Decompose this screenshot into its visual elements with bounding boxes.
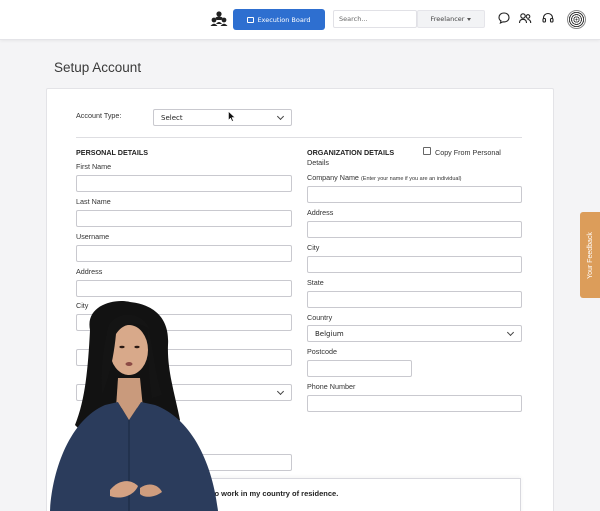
execution-board-button[interactable]: Execution Board [233,9,325,30]
notice-text: to work in my country of residence. [212,489,339,498]
search-input[interactable]: Search... [333,10,417,28]
chevron-down-icon [276,387,285,395]
personal-details-header: PERSONAL DETAILS [76,148,149,157]
org-country-label: Country [307,313,333,322]
org-city-label: City [307,243,320,252]
account-type-value: Select [161,113,183,122]
company-name-hint: (Enter your name if you are an individua… [360,176,462,182]
execution-board-label: Execution Board [257,15,311,24]
copy-from-personal-checkbox[interactable] [423,147,431,155]
headset-icon[interactable] [541,11,555,25]
chevron-down-icon [506,328,515,336]
feedback-tab[interactable]: Your Feedback [580,212,600,298]
chat-bubble-icon[interactable] [497,11,511,25]
phone-number-input[interactable] [307,395,522,412]
role-dropdown[interactable]: Freelancer [417,10,485,28]
postcode-input[interactable] [307,360,412,377]
account-type-label: Account Type: [76,111,122,120]
postcode-label: Postcode [307,347,337,356]
top-navigation-bar: Execution Board Search... Freelancer [0,0,600,40]
organization-details-header-cont: Details [307,158,329,167]
organization-details-header: ORGANIZATION DETAILS [307,148,395,157]
phone-number-label: Phone Number [307,382,356,391]
team-logo-icon[interactable] [209,9,229,29]
first-name-label: First Name [76,162,112,171]
users-icon[interactable] [518,11,532,25]
board-icon [247,16,255,23]
org-country-select[interactable]: Belgium [307,325,522,342]
role-dropdown-label: Freelancer [430,15,465,23]
org-city-input[interactable] [307,256,522,273]
user-avatar[interactable] [567,10,586,29]
copy-from-personal-label: Copy From Personal [435,148,501,157]
account-type-select[interactable]: Select [153,109,292,126]
first-name-input[interactable] [76,175,292,192]
last-name-label: Last Name [76,197,111,206]
org-state-input[interactable] [307,291,522,308]
section-divider [76,137,522,138]
mouse-cursor-icon [228,111,236,122]
presenter-video-overlay [50,300,218,511]
username-label: Username [76,232,110,241]
feedback-tab-label: Your Feedback [586,231,594,279]
company-name-text: Company Name [307,173,359,182]
page-title: Setup Account [54,60,142,75]
personal-address-input[interactable] [76,280,292,297]
company-name-input[interactable] [307,186,522,203]
org-address-input[interactable] [307,221,522,238]
caret-down-icon [467,17,472,21]
last-name-input[interactable] [76,210,292,227]
org-country-value: Belgium [315,329,344,338]
personal-address-label: Address [76,267,103,276]
org-address-label: Address [307,208,334,217]
company-name-label: Company Name (Enter your name if you are… [307,173,462,182]
org-state-label: State [307,278,324,287]
chevron-down-icon [276,112,285,120]
username-input[interactable] [76,245,292,262]
